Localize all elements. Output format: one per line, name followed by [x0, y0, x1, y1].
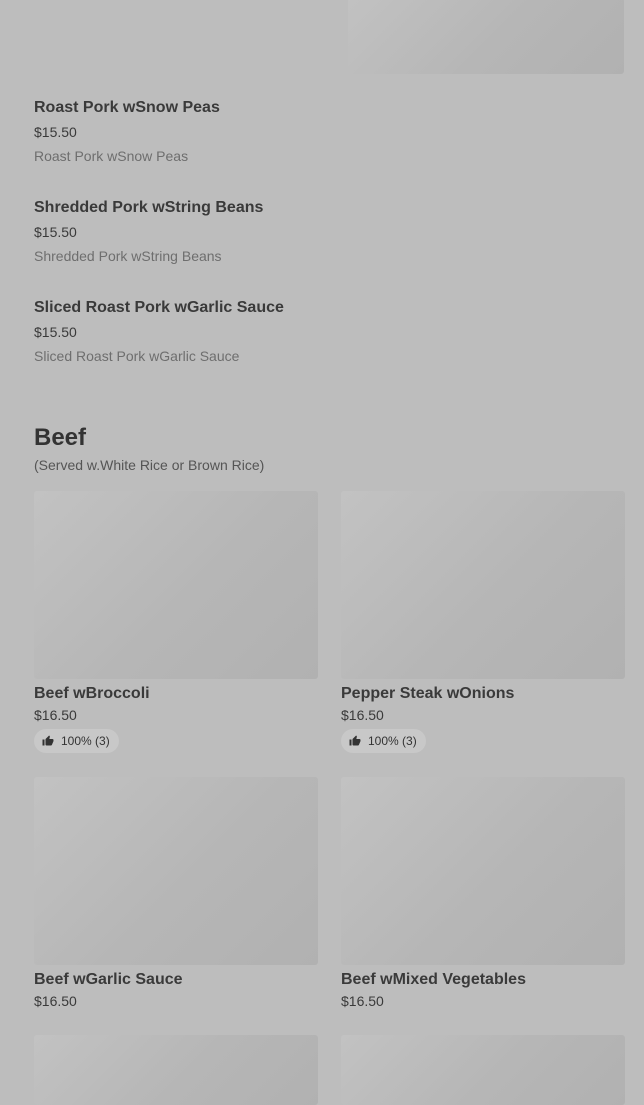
menu-card-beef-mixed-vegetables[interactable]: Beef wMixed Vegetables $16.50: [341, 777, 625, 1009]
rating-text: 100% (3): [61, 734, 110, 748]
menu-item-price: $15.50: [34, 224, 77, 240]
menu-item-name: Sliced Roast Pork wGarlic Sauce: [34, 299, 284, 316]
menu-card-name: Beef wGarlic Sauce: [34, 971, 183, 988]
menu-card-beef-garlic-sauce[interactable]: Beef wGarlic Sauce $16.50: [34, 777, 318, 1009]
menu-item-sliced-roast-pork-garlic-sauce[interactable]: Sliced Roast Pork wGarlic Sauce $15.50 S…: [34, 298, 624, 365]
menu-item-shredded-pork-string-beans[interactable]: Shredded Pork wString Beans $15.50 Shred…: [34, 198, 624, 265]
menu-card-beef-broccoli[interactable]: Beef wBroccoli $16.50 100% (3): [34, 491, 318, 753]
menu-card-name: Pepper Steak wOnions: [341, 685, 515, 702]
rating-badge: 100% (3): [341, 729, 426, 753]
menu-item-image-placeholder[interactable]: [348, 0, 624, 74]
menu-card-price: $16.50: [34, 707, 77, 723]
menu-item-description: Sliced Roast Pork wGarlic Sauce: [34, 348, 240, 364]
section-subtitle: (Served w.White Rice or Brown Rice): [34, 457, 265, 473]
menu-item-name: Roast Pork wSnow Peas: [34, 99, 220, 116]
menu-card-name: Beef wMixed Vegetables: [341, 971, 526, 988]
menu-card-image-placeholder: [341, 777, 625, 965]
menu-item-price: $15.50: [34, 324, 77, 340]
menu-item-description: Roast Pork wSnow Peas: [34, 148, 189, 164]
menu-card-image-placeholder: [341, 491, 625, 679]
menu-card-image-placeholder[interactable]: [34, 1035, 318, 1105]
rating-text: 100% (3): [368, 734, 417, 748]
menu-card-image-placeholder: [34, 777, 318, 965]
thumbs-up-icon: [349, 735, 361, 747]
menu-card-price: $16.50: [341, 707, 384, 723]
menu-item-description: Shredded Pork wString Beans: [34, 248, 222, 264]
thumbs-up-icon: [42, 735, 54, 747]
menu-card-name: Beef wBroccoli: [34, 685, 150, 702]
menu-item-name: Shredded Pork wString Beans: [34, 199, 264, 216]
menu-card-price: $16.50: [341, 993, 384, 1009]
menu-card-image-placeholder: [34, 491, 318, 679]
menu-card-pepper-steak-onions[interactable]: Pepper Steak wOnions $16.50 100% (3): [341, 491, 625, 753]
section-title: Beef: [34, 424, 87, 451]
rating-badge: 100% (3): [34, 729, 119, 753]
menu-item-roast-pork-snow-peas[interactable]: Roast Pork wSnow Peas $15.50 Roast Pork …: [34, 98, 624, 165]
menu-card-image-placeholder[interactable]: [341, 1035, 625, 1105]
menu-item-price: $15.50: [34, 124, 77, 140]
menu-card-price: $16.50: [34, 993, 77, 1009]
